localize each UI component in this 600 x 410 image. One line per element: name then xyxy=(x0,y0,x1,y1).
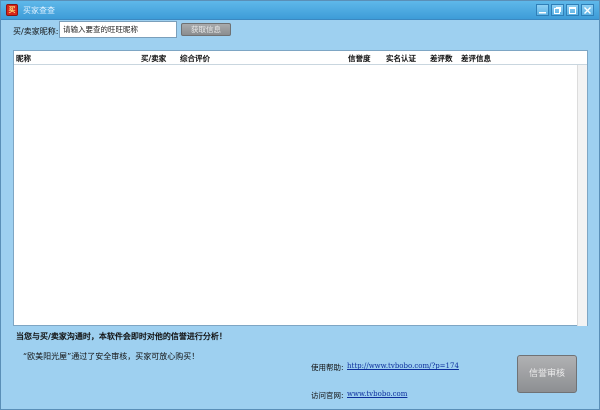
column-header-buyer-seller[interactable]: 买/卖家 xyxy=(141,53,166,64)
result-table: 昵称 买/卖家 综合评价 信誉度 实名认证 差评数 差评信息 xyxy=(13,50,588,326)
help-label: 使用帮助: xyxy=(311,363,344,372)
minimize-icon[interactable] xyxy=(536,4,549,16)
maximize-icon[interactable] xyxy=(566,4,579,16)
column-header-real-name[interactable]: 实名认证 xyxy=(386,53,416,64)
close-icon[interactable] xyxy=(581,4,594,16)
help-link[interactable]: http://www.tvbobo.com/?p=174 xyxy=(347,362,459,370)
official-site-label: 访问官网: xyxy=(311,391,344,400)
window-controls xyxy=(536,4,594,16)
column-header-overall-rating[interactable]: 综合评价 xyxy=(180,53,210,64)
column-header-credit[interactable]: 信誉度 xyxy=(348,53,371,64)
nickname-label: 买/卖家昵称: xyxy=(13,27,59,36)
analysis-note: 当您与买/卖家沟通时，本软件会即时对他的信誉进行分析！ xyxy=(16,332,227,341)
restore-icon[interactable] xyxy=(551,4,564,16)
credit-review-button[interactable]: 信誉审核 xyxy=(517,355,577,393)
window-title: 买家查查 xyxy=(23,6,55,15)
column-header-nickname[interactable]: 昵称 xyxy=(16,53,31,64)
table-scrollbar[interactable] xyxy=(577,65,587,326)
get-info-button[interactable]: 获取信息 xyxy=(181,23,231,36)
table-header: 昵称 买/卖家 综合评价 信誉度 实名认证 差评数 差评信息 xyxy=(14,51,587,65)
title-bar[interactable]: 买 买家查查 xyxy=(1,1,599,20)
app-logo-icon: 买 xyxy=(6,4,18,16)
column-header-negative-count[interactable]: 差评数 xyxy=(430,53,453,64)
column-header-negative-info[interactable]: 差评信息 xyxy=(461,53,491,64)
official-site-link[interactable]: www.tvbobo.com xyxy=(347,390,407,398)
store-safety-note: “欧美阳光屋”通过了安全审核，买家可放心购买！ xyxy=(23,352,200,361)
nickname-input[interactable] xyxy=(59,21,177,38)
app-window: 买 买家查查 买/卖家昵称: 获取信息 昵称 买/卖家 综合评价 信誉度 实名认… xyxy=(0,0,600,410)
